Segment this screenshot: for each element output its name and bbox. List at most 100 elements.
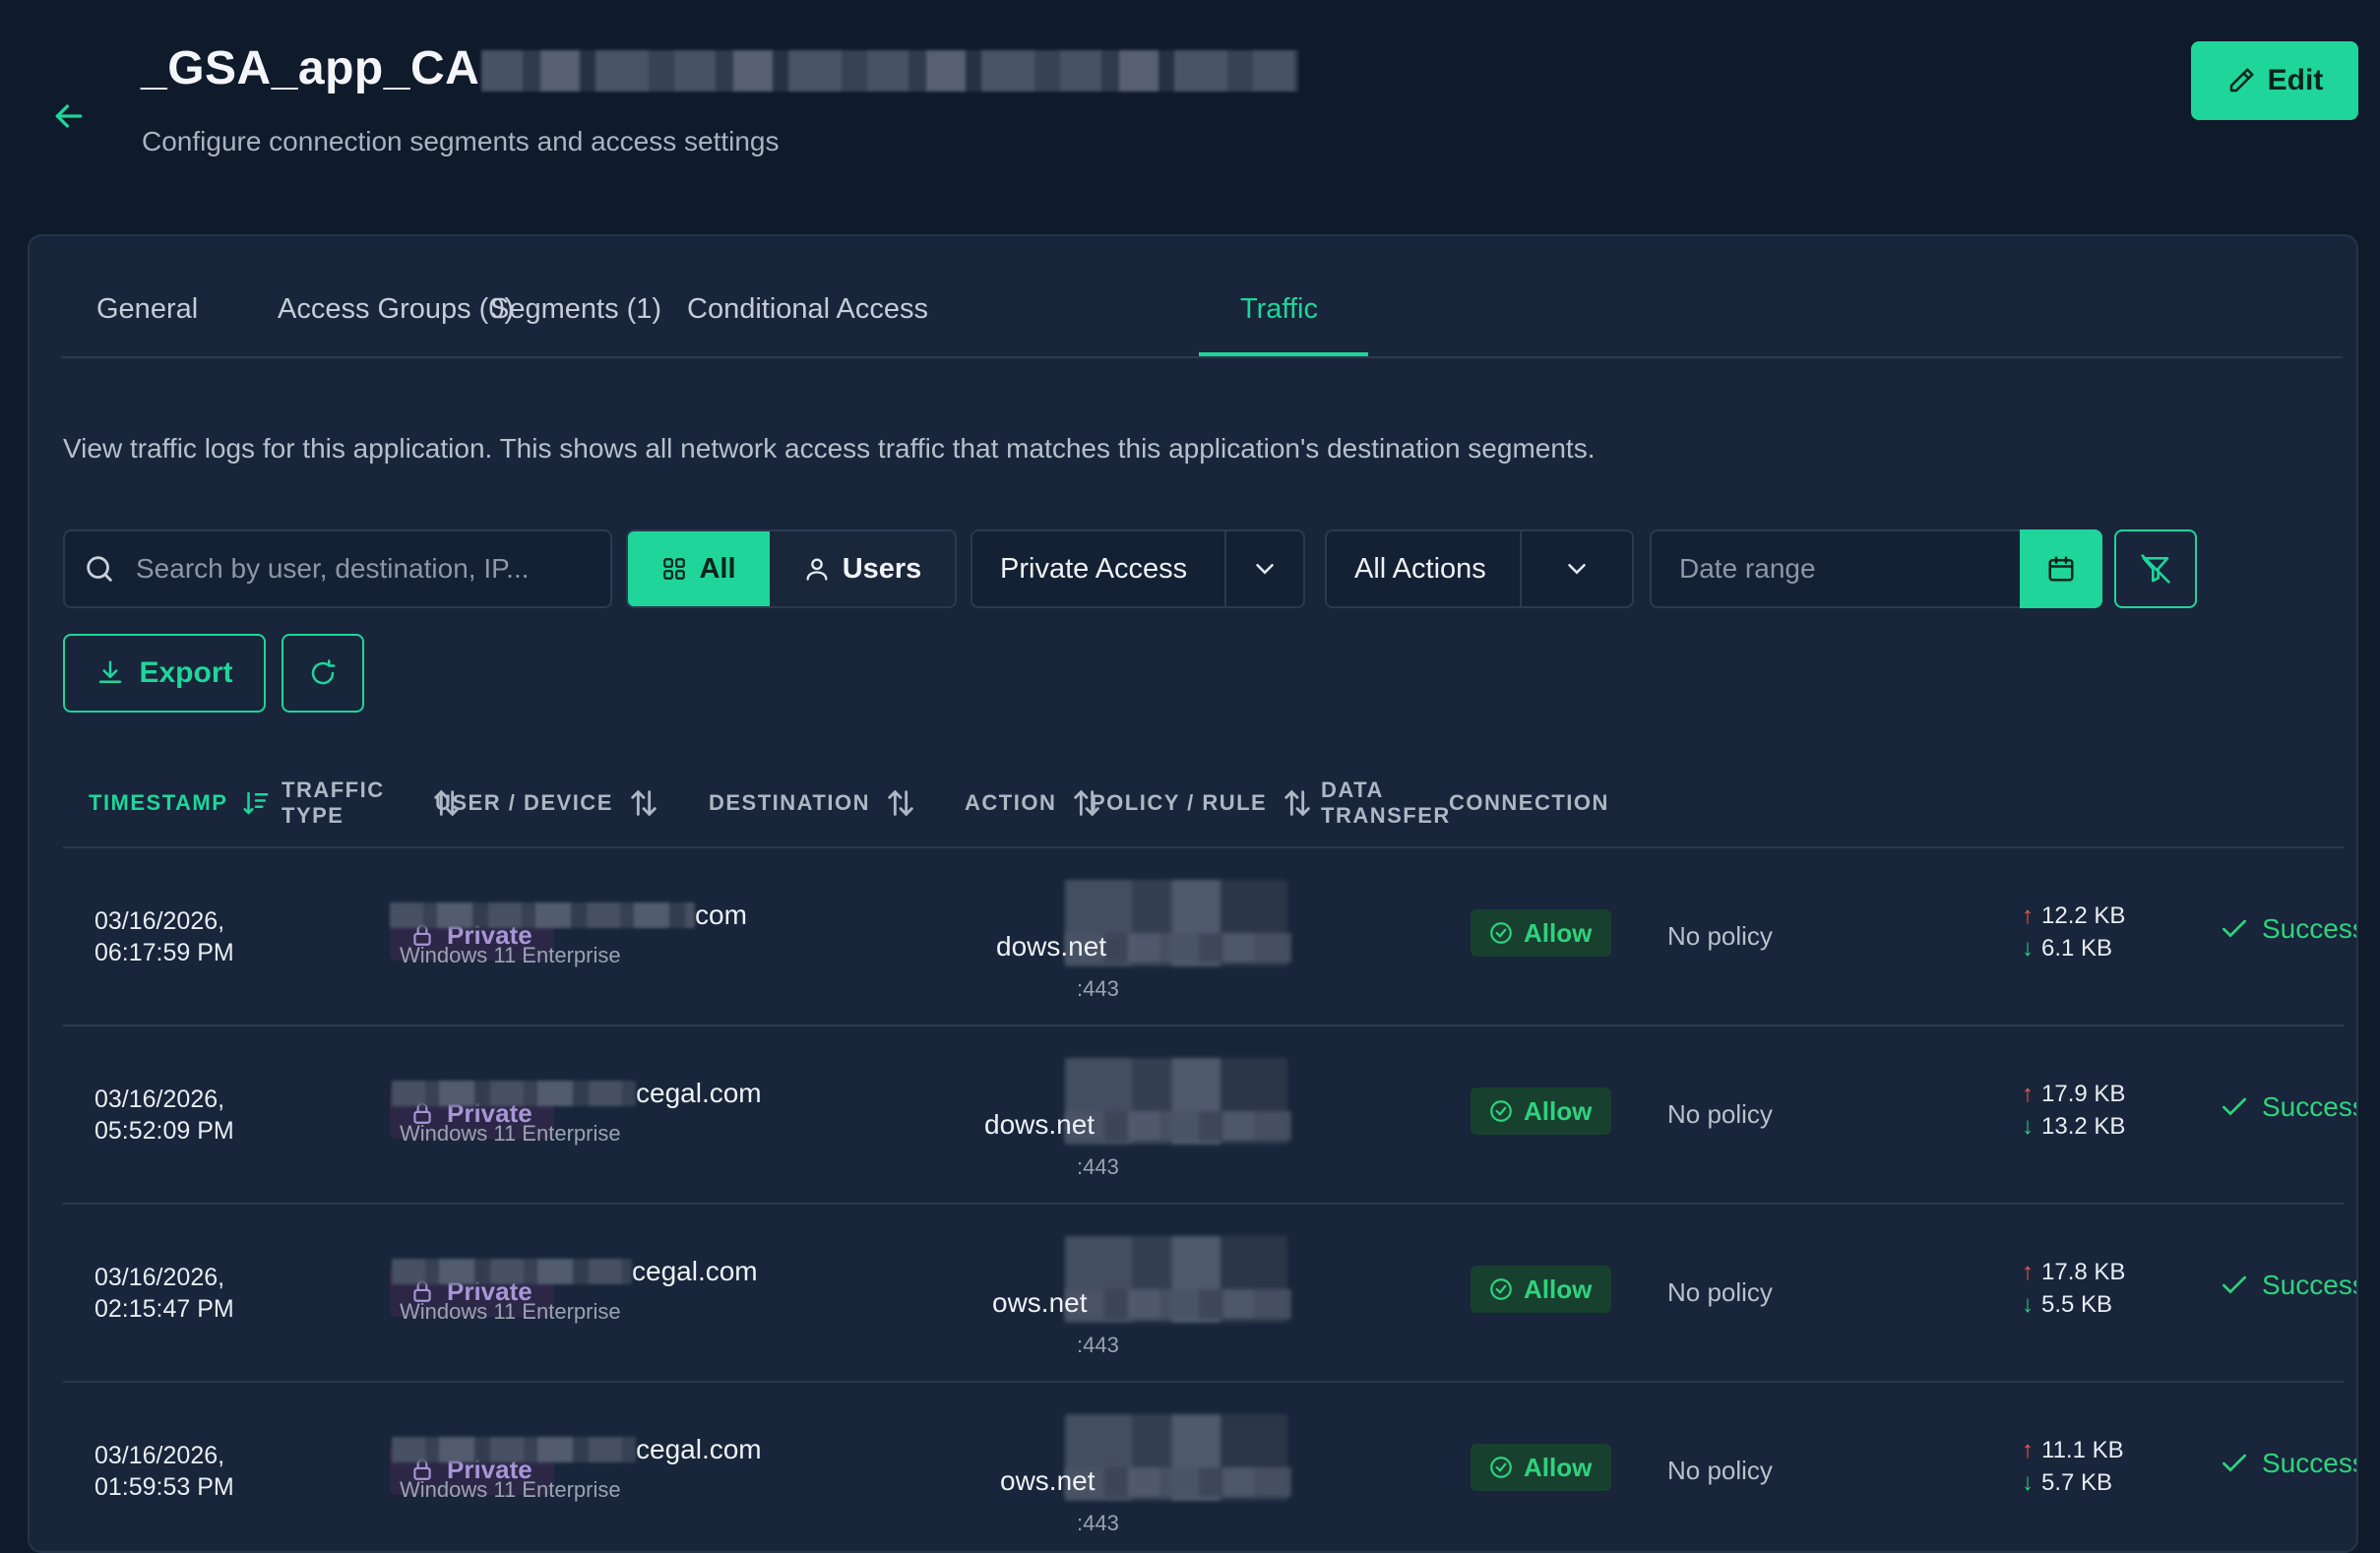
- search-input[interactable]: [136, 553, 598, 585]
- col-data-transfer[interactable]: DATA TRANSFER: [1321, 758, 1451, 848]
- upload-line: ↑ 17.9 KB: [2022, 1078, 2125, 1110]
- refresh-icon: [311, 659, 336, 685]
- action-badge: Allow: [1471, 1444, 1612, 1491]
- user-domain-suffix: cegal.com: [632, 1256, 758, 1286]
- scope-users-button[interactable]: Users: [770, 531, 955, 606]
- scope-all-button[interactable]: All: [628, 531, 770, 606]
- table-row[interactable]: 03/16/2026, 01:59:53 PM Private cegal.co…: [63, 1383, 2356, 1551]
- destination-port: :443: [1077, 1333, 1119, 1357]
- action-dropdown[interactable]: All Actions: [1325, 529, 1634, 608]
- policy-rule-value: No policy: [1667, 921, 1773, 951]
- col-destination-label: DESTINATION: [709, 790, 870, 815]
- download-bytes: 6.1 KB: [2041, 935, 2113, 962]
- download-bytes: 13.2 KB: [2041, 1113, 2126, 1140]
- col-timestamp[interactable]: TIMESTAMP: [89, 758, 271, 848]
- action-filter-value[interactable]: All Actions: [1327, 531, 1522, 606]
- action-label: Allow: [1524, 1095, 1593, 1126]
- arrow-left-icon: [55, 104, 83, 128]
- clear-filters-button[interactable]: [2114, 529, 2197, 608]
- scope-all-label: All: [699, 552, 736, 585]
- sort-icon: [631, 789, 657, 817]
- page-title: _GSA_app_CA: [141, 41, 1299, 95]
- traffic-type-caret[interactable]: [1226, 531, 1303, 606]
- upload-arrow-icon: ↑: [2022, 1259, 2034, 1285]
- action-filter-caret[interactable]: [1522, 531, 1632, 606]
- policy-rule-value: No policy: [1667, 1456, 1773, 1485]
- timestamp-time: 01:59:53 PM: [94, 1473, 234, 1501]
- app-detail-card: General Access Groups (0) Segments (1) C…: [28, 234, 2358, 1553]
- check-icon: [2223, 1454, 2246, 1472]
- col-connection[interactable]: CONNECTION: [1449, 758, 1609, 848]
- tab-conditional-access[interactable]: Conditional Access: [687, 293, 928, 326]
- table-row[interactable]: 03/16/2026, 05:52:09 PM Private cegal.co…: [63, 1026, 2356, 1205]
- edit-button[interactable]: Edit: [2191, 41, 2358, 120]
- col-timestamp-label: TIMESTAMP: [89, 790, 228, 815]
- download-bytes: 5.7 KB: [2041, 1469, 2113, 1496]
- connection-status: Success: [2219, 1091, 2358, 1123]
- pencil-icon: [2229, 68, 2254, 93]
- table-row[interactable]: 03/16/2026, 02:15:47 PM Private cegal.co…: [63, 1205, 2356, 1383]
- action-label: Allow: [1524, 1452, 1593, 1482]
- redacted-title: [481, 50, 1299, 93]
- check-icon: [2223, 1097, 2246, 1116]
- user-principal: cegal.com: [392, 1434, 762, 1465]
- timestamp-date: 03/16/2026,: [94, 1442, 225, 1469]
- filter-clear-icon: [2141, 554, 2170, 584]
- tab-access-groups[interactable]: Access Groups (0): [278, 293, 514, 326]
- col-data-transfer-line1: DATA: [1321, 777, 1384, 802]
- user-domain-suffix: com: [695, 900, 747, 930]
- col-destination[interactable]: DESTINATION: [709, 758, 917, 848]
- destination-port: :443: [1077, 1511, 1119, 1535]
- redacted-destination-host: [1065, 1111, 1291, 1141]
- destination-host-suffix: ows.net: [992, 1287, 1088, 1318]
- policy-rule-value: No policy: [1667, 1099, 1773, 1129]
- timestamp-cell: 03/16/2026, 05:52:09 PM: [94, 1084, 234, 1147]
- download-arrow-icon: ↓: [2022, 935, 2034, 962]
- traffic-type-dropdown[interactable]: Private Access: [971, 529, 1305, 608]
- active-tab-indicator: [1199, 352, 1368, 356]
- sort-desc-icon: [243, 791, 269, 815]
- check-icon: [2223, 1275, 2246, 1294]
- action-label: Allow: [1524, 917, 1593, 948]
- export-button[interactable]: Export: [63, 634, 266, 713]
- device-os: Windows 11 Enterprise: [400, 1477, 621, 1502]
- download-arrow-icon: ↓: [2022, 1113, 2034, 1140]
- device-os: Windows 11 Enterprise: [400, 1299, 621, 1324]
- action-badge: Allow: [1471, 1087, 1612, 1135]
- action-badge: Allow: [1471, 909, 1612, 957]
- col-data-transfer-line2: TRANSFER: [1321, 803, 1451, 828]
- col-action[interactable]: ACTION: [965, 758, 1103, 848]
- traffic-description: View traffic logs for this application. …: [63, 433, 1596, 464]
- destination-host-suffix: dows.net: [996, 931, 1107, 962]
- destination-port: :443: [1077, 976, 1119, 1001]
- check-circle-icon: [1490, 922, 1512, 944]
- search-box: [63, 529, 612, 608]
- table-row[interactable]: 03/16/2026, 06:17:59 PM Private com Wind…: [63, 848, 2356, 1026]
- traffic-type-value[interactable]: Private Access: [972, 531, 1226, 606]
- col-user-device[interactable]: USER / DEVICE: [435, 758, 660, 848]
- refresh-button[interactable]: [282, 634, 364, 713]
- device-os: Windows 11 Enterprise: [400, 943, 621, 967]
- redacted-user: [392, 1259, 632, 1284]
- connection-status-label: Success: [2262, 1091, 2358, 1122]
- page-subtitle: Configure connection segments and access…: [142, 126, 780, 156]
- connection-status-label: Success: [2262, 913, 2358, 944]
- date-range-input[interactable]: [1679, 553, 1994, 585]
- scope-users-label: Users: [842, 552, 922, 585]
- tab-general[interactable]: General: [96, 293, 198, 326]
- tab-traffic[interactable]: Traffic: [1240, 293, 1318, 326]
- sort-icon: [888, 789, 913, 817]
- col-policy-rule[interactable]: POLICY / RULE: [1091, 758, 1314, 848]
- calendar-button[interactable]: [2020, 529, 2102, 608]
- edit-button-label: Edit: [2267, 64, 2324, 96]
- upload-bytes: 11.1 KB: [2041, 1437, 2124, 1463]
- check-circle-icon: [1490, 1278, 1512, 1300]
- col-action-label: ACTION: [965, 790, 1057, 815]
- connection-status-label: Success: [2262, 1448, 2358, 1478]
- policy-rule-value: No policy: [1667, 1277, 1773, 1307]
- back-button[interactable]: [49, 96, 89, 136]
- tab-segments[interactable]: Segments (1): [490, 293, 661, 326]
- chevron-down-icon: [1568, 564, 1586, 575]
- timestamp-time: 06:17:59 PM: [94, 939, 234, 966]
- sort-icon: [1284, 789, 1310, 817]
